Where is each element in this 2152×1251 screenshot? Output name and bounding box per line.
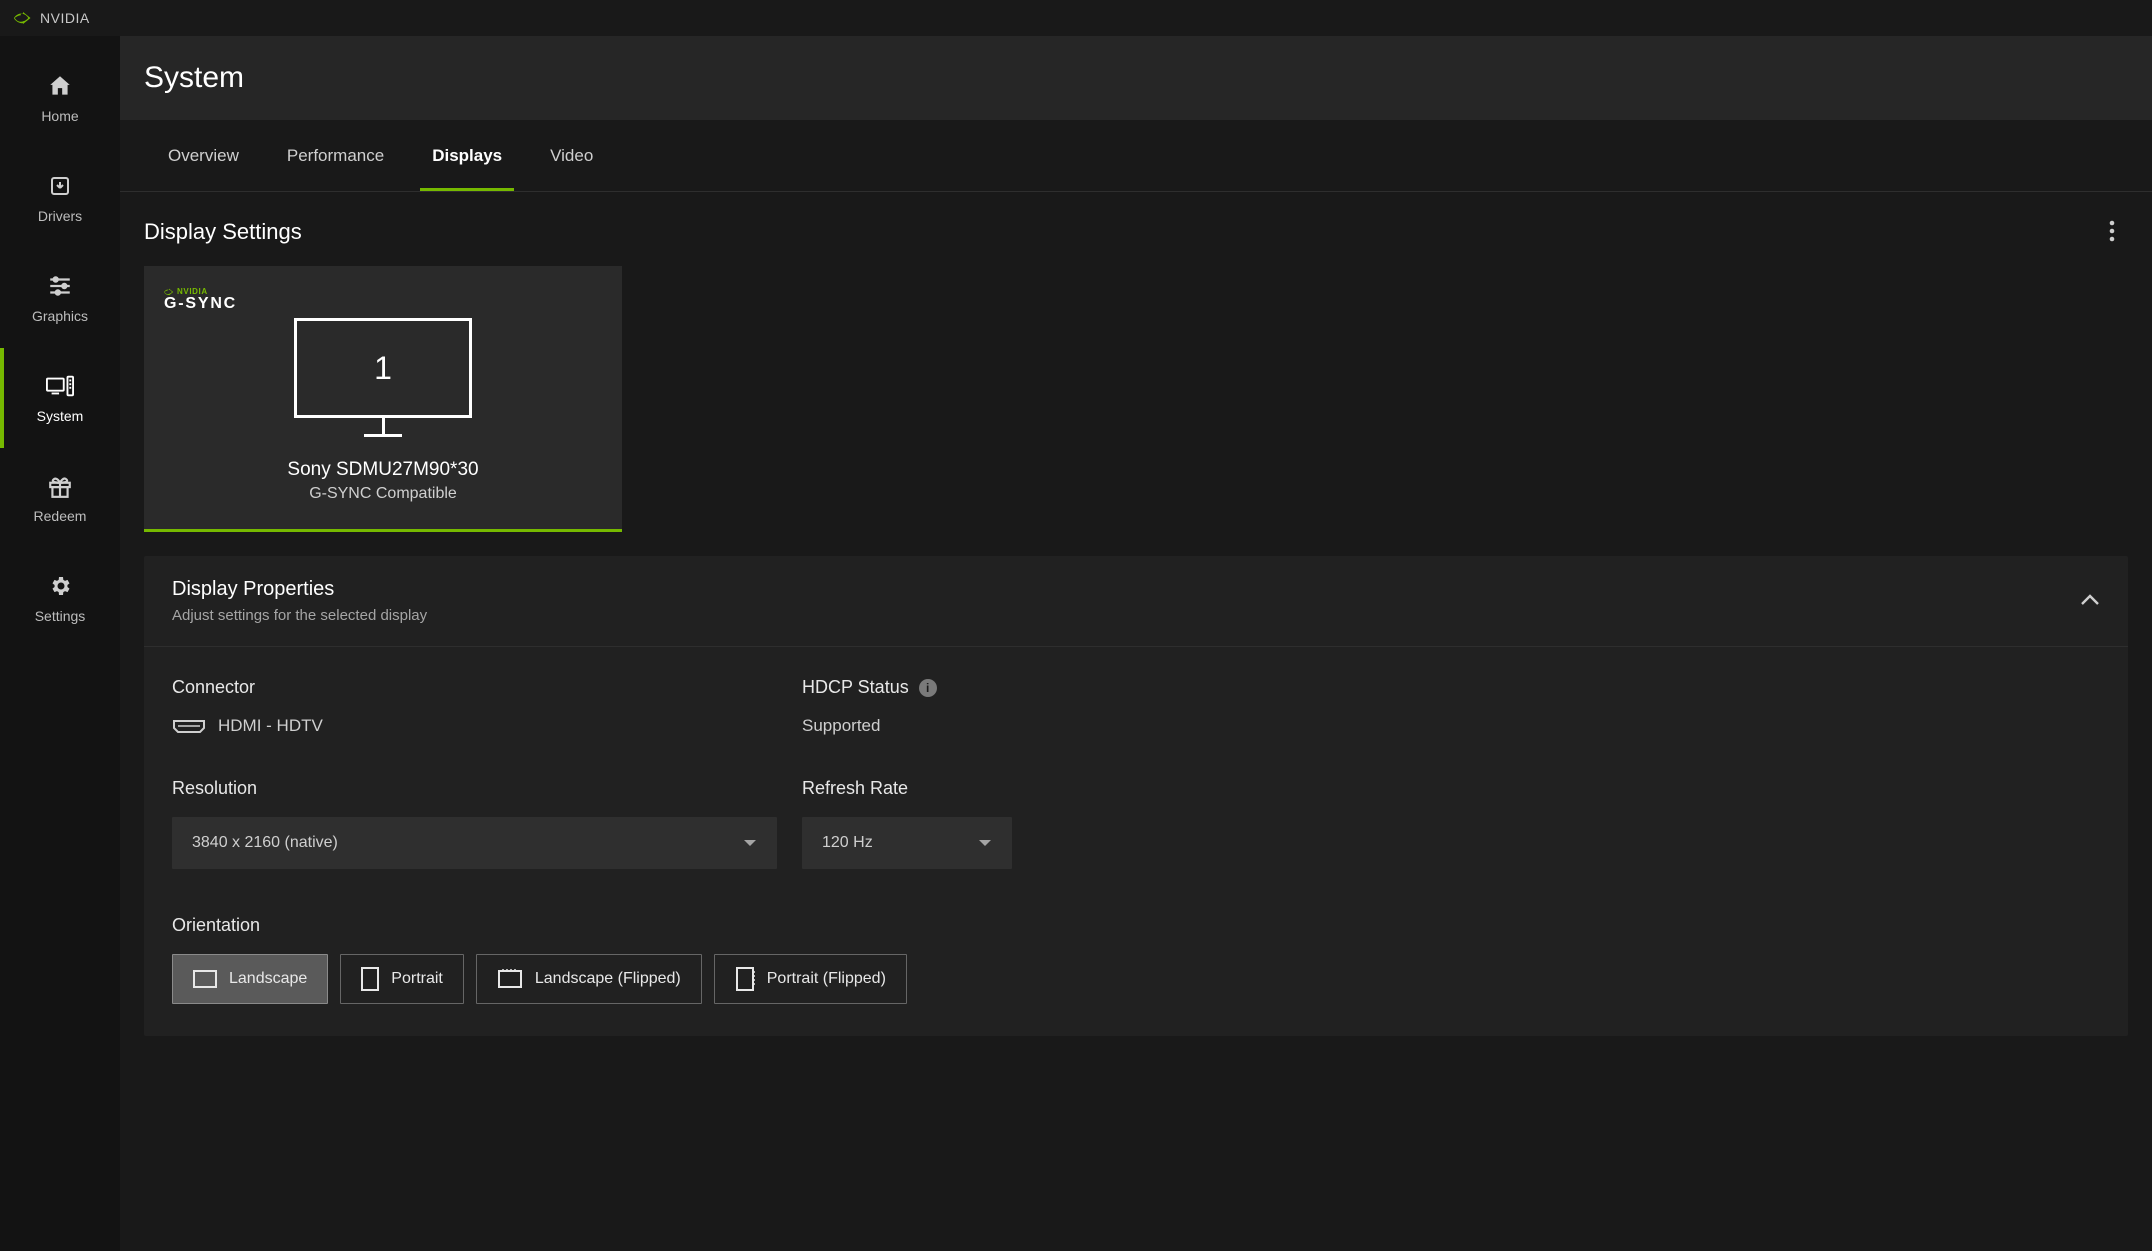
monitor-card[interactable]: NVIDIA G-SYNC 1 Sony SDMU27M90*30 G-SYNC…: [144, 266, 622, 532]
monitor-subtitle: G-SYNC Compatible: [164, 485, 602, 503]
nvidia-logo-icon: [14, 11, 32, 25]
sidebar-item-label: Settings: [35, 608, 86, 624]
download-box-icon: [46, 172, 74, 200]
content: Display Settings NVIDIA G-SYNC 1: [120, 192, 2152, 1251]
section-header: Display Settings: [144, 216, 2128, 248]
tab-label: Overview: [168, 146, 239, 166]
tab-label: Displays: [432, 146, 502, 166]
sidebar-item-label: Graphics: [32, 308, 88, 324]
home-icon: [46, 72, 74, 100]
prop-label: Resolution: [172, 778, 802, 799]
tab-video[interactable]: Video: [526, 120, 617, 191]
hdcp-label: HDCP Status: [802, 677, 909, 698]
tab-overview[interactable]: Overview: [144, 120, 263, 191]
gsync-label: G-SYNC: [164, 296, 602, 312]
gift-icon: [46, 472, 74, 500]
orientation-portrait-button[interactable]: Portrait: [340, 954, 464, 1004]
monitor-icon: 1: [164, 318, 602, 437]
resolution-select[interactable]: 3840 x 2160 (native): [172, 817, 777, 869]
system-icon: [46, 372, 74, 400]
portrait-flipped-icon: [735, 966, 755, 992]
prop-value: HDMI - HDTV: [172, 716, 802, 736]
monitor-index: 1: [294, 318, 472, 418]
sidebar-item-home[interactable]: Home: [0, 48, 120, 148]
sidebar-item-label: Home: [41, 108, 78, 124]
chevron-down-icon: [743, 834, 757, 852]
connector-value: HDMI - HDTV: [218, 716, 323, 736]
portrait-icon: [361, 967, 379, 991]
orientation-landscape-flipped-button[interactable]: Landscape (Flipped): [476, 954, 702, 1004]
brand-text: NVIDIA: [40, 10, 90, 26]
sidebar-item-graphics[interactable]: Graphics: [0, 248, 120, 348]
sidebar-item-label: System: [37, 408, 84, 424]
resolution-value: 3840 x 2160 (native): [192, 834, 338, 852]
sidebar-item-drivers[interactable]: Drivers: [0, 148, 120, 248]
sidebar-item-system[interactable]: System: [0, 348, 120, 448]
panel-title: Display Properties: [172, 578, 427, 601]
hdcp-value: Supported: [802, 716, 2100, 736]
tab-label: Performance: [287, 146, 384, 166]
prop-hdcp: HDCP Status i Supported: [802, 677, 2100, 736]
chevron-down-icon: [978, 834, 992, 852]
hdmi-icon: [172, 717, 204, 735]
sidebar-item-settings[interactable]: Settings: [0, 548, 120, 648]
page-header: System: [120, 36, 2152, 120]
monitor-name: Sony SDMU27M90*30: [164, 459, 602, 481]
gear-icon: [46, 572, 74, 600]
more-vertical-icon: [2109, 220, 2115, 245]
titlebar: NVIDIA: [0, 0, 2152, 36]
orientation-label: Landscape (Flipped): [535, 970, 681, 988]
tab-performance[interactable]: Performance: [263, 120, 408, 191]
prop-orientation: Orientation Landscape: [172, 915, 2100, 1004]
tabs: Overview Performance Displays Video: [120, 120, 2152, 192]
page-title: System: [144, 61, 244, 95]
info-icon[interactable]: i: [919, 679, 937, 697]
orientation-landscape-button[interactable]: Landscape: [172, 954, 328, 1004]
prop-connector: Connector HDMI - HDTV: [172, 677, 802, 736]
orientation-label: Portrait: [391, 970, 443, 988]
orientation-label: Portrait (Flipped): [767, 970, 886, 988]
prop-label: Orientation: [172, 915, 2100, 936]
refresh-value: 120 Hz: [822, 834, 873, 852]
section-title: Display Settings: [144, 219, 302, 245]
orientation-portrait-flipped-button[interactable]: Portrait (Flipped): [714, 954, 907, 1004]
landscape-flipped-icon: [497, 969, 523, 989]
prop-label: HDCP Status i: [802, 677, 2100, 698]
sidebar-item-redeem[interactable]: Redeem: [0, 448, 120, 548]
display-properties-panel: Display Properties Adjust settings for t…: [144, 556, 2128, 1036]
prop-label: Refresh Rate: [802, 778, 2100, 799]
panel-subtitle: Adjust settings for the selected display: [172, 607, 427, 624]
tab-label: Video: [550, 146, 593, 166]
chevron-up-icon: [2080, 593, 2100, 609]
landscape-icon: [193, 970, 217, 988]
tab-displays[interactable]: Displays: [408, 120, 526, 191]
sidebar: Home Drivers Graphics System Redeem: [0, 36, 120, 1251]
prop-refresh: Refresh Rate 120 Hz: [802, 778, 2100, 869]
sidebar-item-label: Drivers: [38, 208, 82, 224]
panel-body: Connector HDMI - HDTV HDCP Status: [144, 647, 2128, 1036]
gsync-badge: NVIDIA G-SYNC: [164, 288, 602, 312]
sidebar-item-label: Redeem: [34, 508, 87, 524]
more-button[interactable]: [2096, 216, 2128, 248]
sliders-icon: [46, 272, 74, 300]
prop-label: Connector: [172, 677, 802, 698]
refresh-rate-select[interactable]: 120 Hz: [802, 817, 1012, 869]
orientation-label: Landscape: [229, 970, 307, 988]
prop-resolution: Resolution 3840 x 2160 (native): [172, 778, 802, 869]
panel-header[interactable]: Display Properties Adjust settings for t…: [144, 556, 2128, 647]
